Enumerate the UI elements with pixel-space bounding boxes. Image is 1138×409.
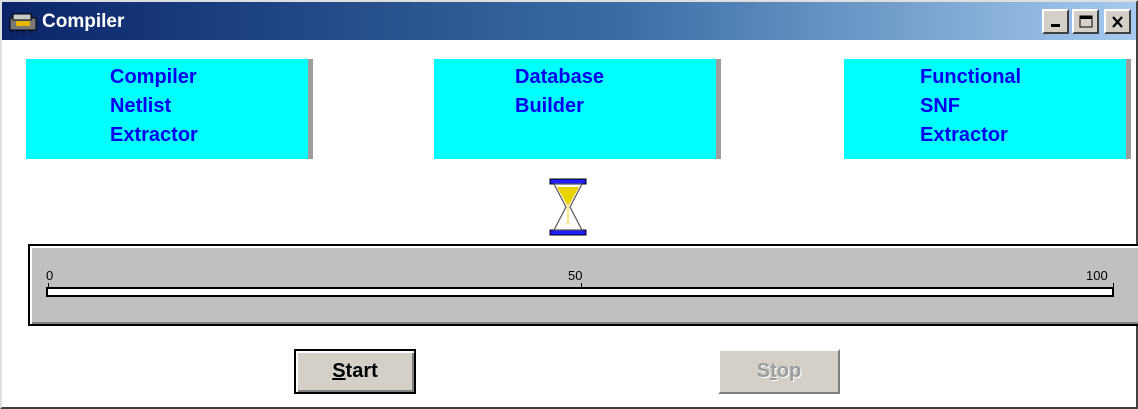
start-label-rest: tart (345, 360, 378, 382)
panel-label: Database Builder (515, 66, 604, 117)
progress-bar (46, 287, 1114, 297)
hourglass-icon (549, 178, 587, 236)
minimize-icon (1050, 23, 1060, 27)
window-title: Compiler (42, 11, 125, 32)
panel-label: Functional SNF Extractor (920, 66, 1022, 146)
close-button[interactable] (1104, 9, 1131, 34)
compiler-netlist-extractor-panel[interactable]: Compiler Netlist Extractor (26, 59, 308, 159)
stop-mnemonic: t (770, 360, 777, 382)
stop-button[interactable]: St op (718, 349, 840, 394)
functional-snf-extractor-panel[interactable]: Functional SNF Extractor (844, 59, 1126, 159)
app-icon (9, 13, 37, 33)
title-bar[interactable]: Compiler (2, 2, 1136, 40)
maximize-icon (1079, 15, 1092, 28)
tick-label-100: 100 (1086, 268, 1108, 283)
panel-label: Compiler Netlist Extractor (110, 66, 198, 146)
start-button[interactable]: Start (294, 349, 416, 394)
maximize-button[interactable] (1072, 9, 1099, 34)
database-builder-panel[interactable]: Database Builder (434, 59, 716, 159)
stop-label-prefix: S (756, 360, 771, 382)
progress-frame: 0 50 100 (28, 244, 1138, 326)
tick-label-0: 0 (46, 268, 54, 283)
close-icon (1112, 15, 1123, 28)
stop-label-rest: op (776, 360, 802, 382)
compiler-window: Compiler Compiler Netlist Extractor Data… (0, 0, 1138, 409)
start-mnemonic: S (332, 360, 346, 382)
minimize-button[interactable] (1042, 9, 1069, 34)
tick-label-50: 50 (568, 268, 583, 283)
